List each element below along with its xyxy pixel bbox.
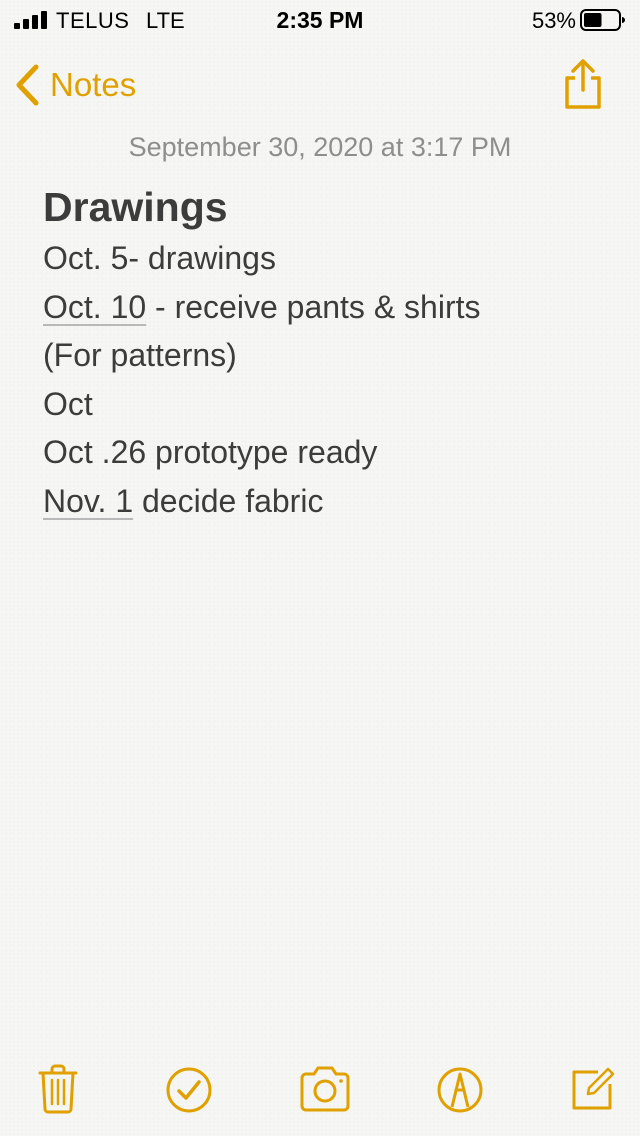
note-body[interactable]: Drawings Oct. 5- drawings Oct. 10 - rece…	[43, 180, 623, 525]
compose-button[interactable]	[564, 1060, 620, 1116]
note-line-text: Oct .26 prototype ready	[43, 434, 378, 470]
date-link[interactable]: Oct. 10	[43, 289, 146, 325]
markup-button[interactable]	[432, 1060, 488, 1116]
markup-icon	[437, 1067, 483, 1113]
battery-icon	[580, 9, 625, 31]
note-line[interactable]: Oct. 5- drawings	[43, 234, 623, 283]
note-line-text: Oct	[43, 385, 93, 422]
checklist-icon	[166, 1067, 212, 1113]
battery-percentage: 53%	[531, 8, 576, 33]
camera-icon	[300, 1066, 350, 1112]
note-timestamp: September 30, 2020 at 3:17 PM	[128, 132, 512, 162]
note-line[interactable]: (For patterns)	[43, 331, 623, 380]
status-bar: TELUS LTE 2:35 PM 53%	[0, 0, 640, 40]
back-button[interactable]: Notes	[14, 62, 136, 108]
note-line-text: decide fabric	[133, 482, 324, 519]
delete-button[interactable]	[30, 1060, 86, 1116]
note-line-text: - receive pants & shirts	[146, 288, 481, 325]
note-line[interactable]: Oct	[43, 380, 623, 429]
checklist-button[interactable]	[161, 1060, 217, 1116]
navigation-bar: Notes	[0, 52, 640, 116]
trash-icon	[38, 1064, 78, 1114]
note-title[interactable]: Drawings	[43, 180, 623, 234]
share-button[interactable]	[560, 58, 606, 110]
share-icon	[565, 59, 601, 109]
note-line-text: Oct. 5- drawings	[43, 240, 276, 276]
bottom-toolbar	[0, 1060, 640, 1124]
chevron-left-icon	[16, 64, 39, 106]
date-link[interactable]: Nov. 1	[43, 483, 133, 519]
note-line[interactable]: Nov. 1 decide fabric	[43, 477, 623, 526]
note-line-text: (For patterns)	[43, 337, 237, 373]
note-line[interactable]: Oct .26 prototype ready	[43, 428, 623, 477]
compose-icon	[572, 1067, 615, 1110]
camera-button[interactable]	[297, 1060, 353, 1116]
note-line[interactable]: Oct. 10 - receive pants & shirts	[43, 283, 623, 332]
back-button-label: Notes	[50, 66, 137, 103]
